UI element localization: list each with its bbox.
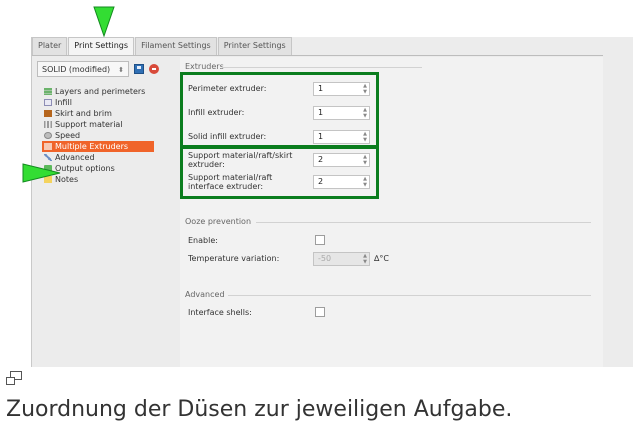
chevron-updown-icon: ⬍ — [118, 66, 124, 74]
ooze-enable-checkbox[interactable] — [315, 235, 325, 245]
group-divider — [228, 295, 591, 296]
tab-filament-settings[interactable]: Filament Settings — [135, 37, 217, 55]
tree-item-support[interactable]: Support material — [42, 119, 154, 130]
delete-icon[interactable] — [149, 64, 159, 74]
ooze-enable-label: Enable: — [188, 236, 218, 245]
group-title-ooze-prevention: Ooze prevention — [185, 217, 252, 226]
interface-shells-checkbox[interactable] — [315, 307, 325, 317]
tree-item-label: Multiple Extruders — [55, 142, 129, 151]
tree-item-layers[interactable]: Layers and perimeters — [42, 86, 154, 97]
temperature-variation-input[interactable]: -50 ▲ ▼ — [313, 252, 370, 266]
image-resize-icon[interactable] — [6, 371, 22, 385]
green-pointer-down-icon — [93, 6, 115, 38]
preset-select[interactable]: SOLID (modified) ⬍ — [37, 61, 129, 77]
tree-item-label: Support material — [55, 120, 123, 129]
interface-shells-label: Interface shells: — [188, 308, 252, 317]
support-icon — [44, 121, 52, 128]
group-title-extruders: Extruders — [185, 62, 224, 71]
preset-select-value: SOLID (modified) — [42, 65, 111, 74]
tree-item-speed[interactable]: Speed — [42, 130, 154, 141]
tree-item-skirt[interactable]: Skirt and brim — [42, 108, 154, 119]
image-caption: Zuordnung der Düsen zur jeweiligen Aufga… — [6, 397, 513, 422]
infill-icon — [44, 99, 52, 106]
tree-item-infill[interactable]: Infill — [42, 97, 154, 108]
tab-bar: Plater Print Settings Filament Settings … — [32, 37, 603, 56]
group-divider — [222, 67, 422, 68]
tree-item-label: Speed — [55, 131, 81, 140]
temperature-variation-label: Temperature variation: — [188, 254, 280, 263]
tree-item-label: Output options — [55, 164, 115, 173]
temperature-variation-value: -50 — [318, 254, 332, 263]
wrench-icon — [44, 154, 52, 161]
tree-item-label: Infill — [55, 98, 72, 107]
print-settings-window: Plater Print Settings Filament Settings … — [31, 37, 633, 367]
tree-item-advanced[interactable]: Advanced — [42, 152, 154, 163]
spin-arrows-icon[interactable]: ▲ ▼ — [363, 253, 367, 265]
settings-content: Extruders Perimeter extruder: 1 ▲ ▼ Infil… — [180, 57, 603, 367]
group-divider — [256, 222, 591, 223]
preset-bar: SOLID (modified) ⬍ — [37, 61, 159, 77]
tab-plater[interactable]: Plater — [32, 37, 68, 55]
tree-item-label: Layers and perimeters — [55, 87, 146, 96]
green-pointer-right-icon — [22, 163, 61, 183]
save-icon[interactable] — [134, 64, 144, 74]
extruder-icon — [44, 143, 52, 150]
tab-printer-settings[interactable]: Printer Settings — [217, 37, 292, 55]
tree-item-label: Advanced — [55, 153, 95, 162]
layers-icon — [44, 88, 52, 95]
highlight-box-support-extruders — [180, 146, 379, 199]
settings-sidebar: SOLID (modified) ⬍ Layers and perimeters… — [32, 57, 172, 367]
temperature-unit: ∆°C — [374, 254, 389, 263]
group-title-advanced: Advanced — [185, 290, 225, 299]
highlight-box-extruders — [180, 72, 379, 148]
speed-icon — [44, 132, 52, 139]
tree-item-multiple-extruders[interactable]: Multiple Extruders — [42, 141, 154, 152]
tab-print-settings[interactable]: Print Settings — [68, 37, 135, 55]
tree-item-label: Skirt and brim — [55, 109, 112, 118]
skirt-icon — [44, 110, 52, 117]
